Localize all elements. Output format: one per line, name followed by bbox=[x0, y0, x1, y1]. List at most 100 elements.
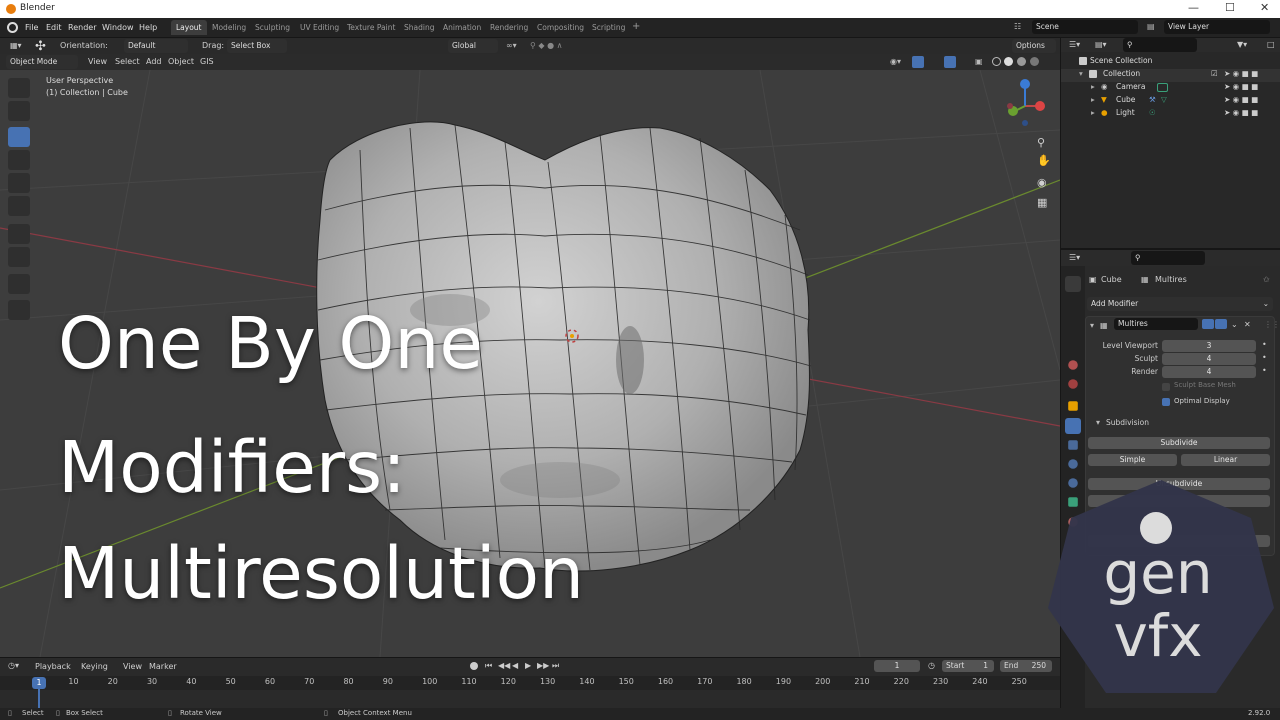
solid-shading-icon[interactable] bbox=[1004, 57, 1013, 66]
next-keyframe-icon[interactable]: ▶▶ bbox=[537, 661, 549, 670]
checkbox-icon[interactable]: ☑ bbox=[1211, 69, 1218, 78]
remove-modifier-icon[interactable]: ✕ bbox=[1244, 320, 1251, 329]
viewport-menu-gis[interactable]: GIS bbox=[200, 57, 214, 66]
navigation-gizmo[interactable] bbox=[1007, 79, 1045, 126]
view-layer-tab-icon[interactable] bbox=[1065, 338, 1081, 354]
expand-arrow-icon[interactable]: ▸ bbox=[1091, 82, 1095, 91]
xray-icon[interactable]: ▣ bbox=[975, 57, 983, 66]
minimize-icon[interactable]: — bbox=[1188, 1, 1199, 14]
viewport-menu-select[interactable]: Select bbox=[115, 57, 140, 66]
pivot-icon[interactable]: ∞▾ bbox=[506, 41, 517, 50]
rendered-shading-icon[interactable] bbox=[1030, 57, 1039, 66]
measure-tool-icon[interactable] bbox=[8, 247, 30, 267]
playhead[interactable]: 1 bbox=[32, 677, 46, 689]
show-render-icon[interactable] bbox=[1215, 319, 1227, 329]
outliner-editor-icon[interactable]: ☰▾ bbox=[1069, 40, 1080, 49]
gizmo-toggle-icon[interactable] bbox=[912, 56, 924, 68]
row-toggles-icon[interactable]: ➤ ◉ ■ ■ bbox=[1224, 108, 1258, 117]
render-level-field[interactable]: 4 bbox=[1162, 366, 1256, 378]
outliner-object-cube[interactable]: ▸ ▼ Cube ⚒ ▽ ➤ ◉ ■ ■ bbox=[1061, 95, 1280, 108]
cursor-tool-icon[interactable] bbox=[8, 101, 30, 121]
editor-type-icon[interactable]: ▦▾ bbox=[10, 41, 22, 50]
tool-tab-icon[interactable] bbox=[1065, 276, 1081, 292]
particles-tab-icon[interactable] bbox=[1068, 440, 1078, 450]
properties-search-input[interactable]: ⚲ bbox=[1131, 251, 1205, 265]
row-toggles-icon[interactable]: ➤ ◉ ■ ■ bbox=[1224, 82, 1258, 91]
tab-compositing[interactable]: Compositing bbox=[537, 23, 584, 32]
blender-menu-icon[interactable] bbox=[7, 22, 18, 33]
show-viewport-icon[interactable] bbox=[1202, 319, 1214, 329]
annotate-tool-icon[interactable] bbox=[8, 224, 30, 244]
view-layer-selector[interactable]: View Layer bbox=[1164, 20, 1270, 34]
timeline-editor-icon[interactable]: ◷▾ bbox=[8, 661, 19, 670]
tab-layout[interactable]: Layout bbox=[171, 20, 207, 35]
linear-button[interactable]: Linear bbox=[1181, 454, 1270, 466]
outliner-object-camera[interactable]: ▸ ◉ Camera ➤ ◉ ■ ■ bbox=[1061, 82, 1280, 95]
orientation-dropdown[interactable]: Default bbox=[124, 39, 188, 53]
modifier-name-input[interactable]: Multires bbox=[1114, 318, 1198, 330]
modifier-menu-chevron-icon[interactable]: ⌄ bbox=[1231, 320, 1238, 329]
tab-shading[interactable]: Shading bbox=[404, 23, 434, 32]
drag-dropdown[interactable]: Select Box bbox=[227, 39, 287, 53]
output-tab-icon[interactable] bbox=[1065, 319, 1081, 335]
grid-perspective-icon[interactable]: ▦ bbox=[1037, 196, 1047, 209]
mode-dropdown[interactable]: Object Mode bbox=[6, 55, 78, 69]
3d-viewport[interactable]: User Perspective (1) Collection | Cube ⚲… bbox=[0, 70, 1060, 657]
filter-icon[interactable]: ▼▾ bbox=[1237, 40, 1247, 49]
timeline-menu-view[interactable]: View bbox=[123, 662, 142, 671]
menu-edit[interactable]: Edit bbox=[46, 23, 62, 32]
expand-arrow-icon[interactable]: ▾ bbox=[1079, 69, 1083, 78]
menu-render[interactable]: Render bbox=[68, 23, 96, 32]
keyframe-dot-icon[interactable]: • bbox=[1262, 340, 1267, 349]
end-frame-field[interactable]: End 250 bbox=[1000, 660, 1052, 672]
timeline-menu-marker[interactable]: Marker bbox=[149, 662, 177, 671]
tab-rendering[interactable]: Rendering bbox=[490, 23, 528, 32]
outliner-scene-collection[interactable]: Scene Collection bbox=[1061, 56, 1280, 69]
tab-uv-editing[interactable]: UV Editing bbox=[300, 23, 339, 32]
tab-sculpting[interactable]: Sculpting bbox=[255, 23, 290, 32]
add-modifier-dropdown[interactable]: Add Modifier ⌄ bbox=[1087, 297, 1273, 311]
snap-icon[interactable]: ⚲ ◆ ● ∧ bbox=[530, 41, 562, 50]
simple-button[interactable]: Simple bbox=[1088, 454, 1177, 466]
overlay-toggle-icon[interactable] bbox=[944, 56, 956, 68]
add-cube-tool-icon[interactable] bbox=[8, 274, 30, 294]
properties-editor-icon[interactable]: ☰▾ bbox=[1069, 253, 1080, 262]
expand-arrow-icon[interactable]: ▸ bbox=[1091, 95, 1095, 104]
timeline-menu-keying[interactable]: Keying bbox=[81, 662, 108, 671]
viewport-menu-object[interactable]: Object bbox=[168, 57, 194, 66]
expand-arrow-icon[interactable]: ▸ bbox=[1091, 108, 1095, 117]
display-mode-icon[interactable]: ▤▾ bbox=[1095, 40, 1107, 49]
tab-texture-paint[interactable]: Texture Paint bbox=[347, 23, 395, 32]
record-icon[interactable] bbox=[470, 662, 478, 670]
zoom-icon[interactable]: ⚲ bbox=[1037, 136, 1045, 149]
scene-tab-icon[interactable] bbox=[1068, 360, 1078, 370]
keyframe-dot-icon[interactable]: • bbox=[1262, 353, 1267, 362]
camera-view-icon[interactable]: ◉ bbox=[1037, 176, 1047, 189]
scene-selector[interactable]: Scene bbox=[1032, 20, 1138, 34]
outliner-collection[interactable]: ▾ Collection ☑ ➤ ◉ ■ ■ bbox=[1061, 69, 1280, 82]
tab-animation[interactable]: Animation bbox=[443, 23, 481, 32]
outliner-object-light[interactable]: ▸ ● Light ☉ ➤ ◉ ■ ■ bbox=[1061, 108, 1280, 121]
outliner-search-input[interactable]: ⚲ bbox=[1123, 38, 1197, 52]
sculpt-base-mesh-checkbox[interactable] bbox=[1162, 383, 1170, 391]
maximize-icon[interactable]: ☐ bbox=[1225, 1, 1235, 14]
menu-window[interactable]: Window bbox=[102, 23, 134, 32]
subdivision-collapse-icon[interactable]: ▾ bbox=[1096, 418, 1100, 427]
scale-tool-icon[interactable] bbox=[8, 173, 30, 193]
row-toggles-icon[interactable]: ➤ ◉ ■ ■ bbox=[1224, 95, 1258, 104]
collapse-arrow-icon[interactable]: ▾ bbox=[1090, 321, 1094, 330]
jump-end-icon[interactable]: ⏭ bbox=[552, 661, 559, 671]
object-tab-icon[interactable] bbox=[1068, 401, 1078, 411]
play-reverse-icon[interactable]: ◀ bbox=[512, 661, 518, 670]
add-workspace-icon[interactable]: + bbox=[632, 21, 640, 32]
play-icon[interactable]: ▶ bbox=[525, 661, 531, 670]
visibility-icon[interactable]: ◉▾ bbox=[890, 57, 901, 66]
timeline-menu-playback[interactable]: Playback bbox=[35, 662, 71, 671]
options-dropdown[interactable]: Options bbox=[1012, 39, 1056, 53]
pan-hand-icon[interactable]: ✋ bbox=[1037, 154, 1051, 167]
render-tab-icon[interactable] bbox=[1065, 300, 1081, 316]
current-frame-field[interactable]: 1 bbox=[874, 660, 920, 672]
viewport-menu-view[interactable]: View bbox=[88, 57, 107, 66]
rotate-tool-icon[interactable] bbox=[8, 150, 30, 170]
subdivide-button[interactable]: Subdivide bbox=[1088, 437, 1270, 449]
